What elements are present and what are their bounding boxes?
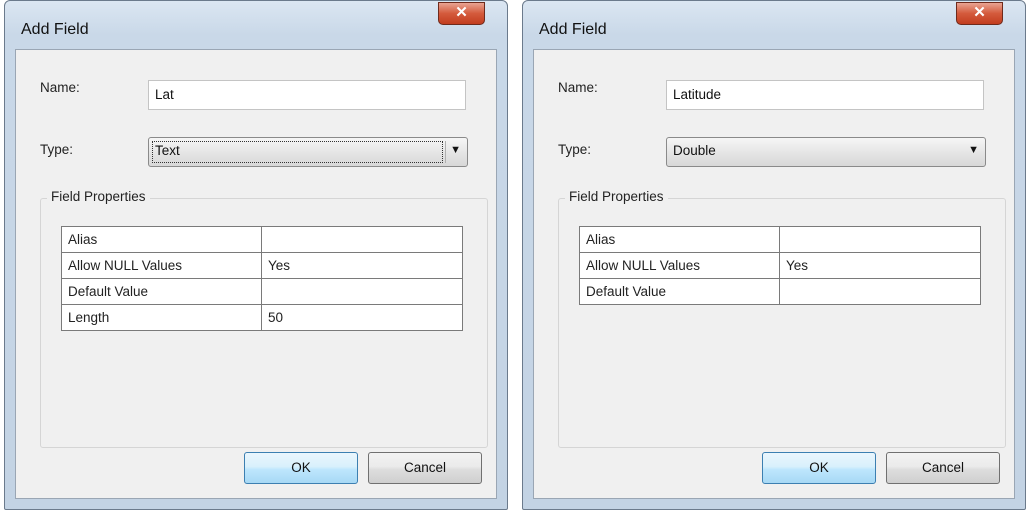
name-label: Name: — [558, 80, 598, 95]
property-row-allow-null[interactable]: Allow NULL Values Yes — [61, 252, 463, 279]
title-bar[interactable]: Add Field ✕ — [523, 1, 1025, 49]
property-key: Alias — [579, 226, 780, 253]
type-dropdown[interactable]: Double ▼ — [666, 137, 986, 167]
property-key: Length — [61, 304, 262, 331]
name-input[interactable]: Latitude — [666, 80, 984, 110]
property-value[interactable] — [779, 278, 981, 305]
close-button[interactable]: ✕ — [956, 2, 1003, 25]
dropdown-separator — [445, 141, 446, 163]
dialog-body: Name: Lat Type: Text ▼ Field Properties … — [15, 49, 497, 499]
name-input[interactable]: Lat — [148, 80, 466, 110]
name-label: Name: — [40, 80, 80, 95]
field-properties-table: Alias Allow NULL Values Yes Default Valu… — [579, 226, 981, 305]
dialog-body: Name: Latitude Type: Double ▼ Field Prop… — [533, 49, 1015, 499]
property-row-length[interactable]: Length 50 — [61, 304, 463, 331]
property-row-allow-null[interactable]: Allow NULL Values Yes — [579, 252, 981, 279]
property-row-alias[interactable]: Alias — [579, 226, 981, 253]
field-properties-title: Field Properties — [47, 189, 150, 204]
focus-ring — [152, 141, 443, 163]
field-properties-group: Field Properties Alias Allow NULL Values… — [40, 189, 488, 448]
ok-button[interactable]: OK — [762, 452, 876, 484]
property-row-default-value[interactable]: Default Value — [579, 278, 981, 305]
property-value[interactable]: 50 — [261, 304, 463, 331]
close-icon: ✕ — [973, 4, 986, 21]
add-field-dialog-left: Add Field ✕ Name: Lat Type: Text ▼ Field… — [4, 0, 508, 510]
type-selected-value: Double — [673, 143, 716, 158]
property-value[interactable] — [779, 226, 981, 253]
type-label: Type: — [558, 142, 592, 157]
cancel-button[interactable]: Cancel — [368, 452, 482, 484]
add-field-dialog-right: Add Field ✕ Name: Latitude Type: Double … — [522, 0, 1026, 510]
property-row-alias[interactable]: Alias — [61, 226, 463, 253]
field-properties-title: Field Properties — [565, 189, 668, 204]
type-label: Type: — [40, 142, 74, 157]
field-properties-group: Field Properties Alias Allow NULL Values… — [558, 189, 1006, 448]
property-value[interactable] — [261, 226, 463, 253]
type-dropdown[interactable]: Text ▼ — [148, 137, 468, 167]
close-button[interactable]: ✕ — [438, 2, 485, 25]
type-selected-value: Text — [155, 143, 180, 158]
property-key: Default Value — [579, 278, 780, 305]
property-key: Default Value — [61, 278, 262, 305]
property-value[interactable]: Yes — [261, 252, 463, 279]
property-row-default-value[interactable]: Default Value — [61, 278, 463, 305]
field-properties-table: Alias Allow NULL Values Yes Default Valu… — [61, 226, 463, 331]
property-key: Allow NULL Values — [579, 252, 780, 279]
property-value[interactable]: Yes — [779, 252, 981, 279]
title-bar[interactable]: Add Field ✕ — [5, 1, 507, 49]
property-key: Alias — [61, 226, 262, 253]
cancel-button[interactable]: Cancel — [886, 452, 1000, 484]
close-icon: ✕ — [455, 4, 468, 21]
property-value[interactable] — [261, 278, 463, 305]
chevron-down-icon[interactable]: ▼ — [968, 144, 979, 156]
ok-button[interactable]: OK — [244, 452, 358, 484]
dialog-title: Add Field — [539, 21, 607, 38]
dialog-title: Add Field — [21, 21, 89, 38]
chevron-down-icon[interactable]: ▼ — [450, 144, 461, 156]
property-key: Allow NULL Values — [61, 252, 262, 279]
